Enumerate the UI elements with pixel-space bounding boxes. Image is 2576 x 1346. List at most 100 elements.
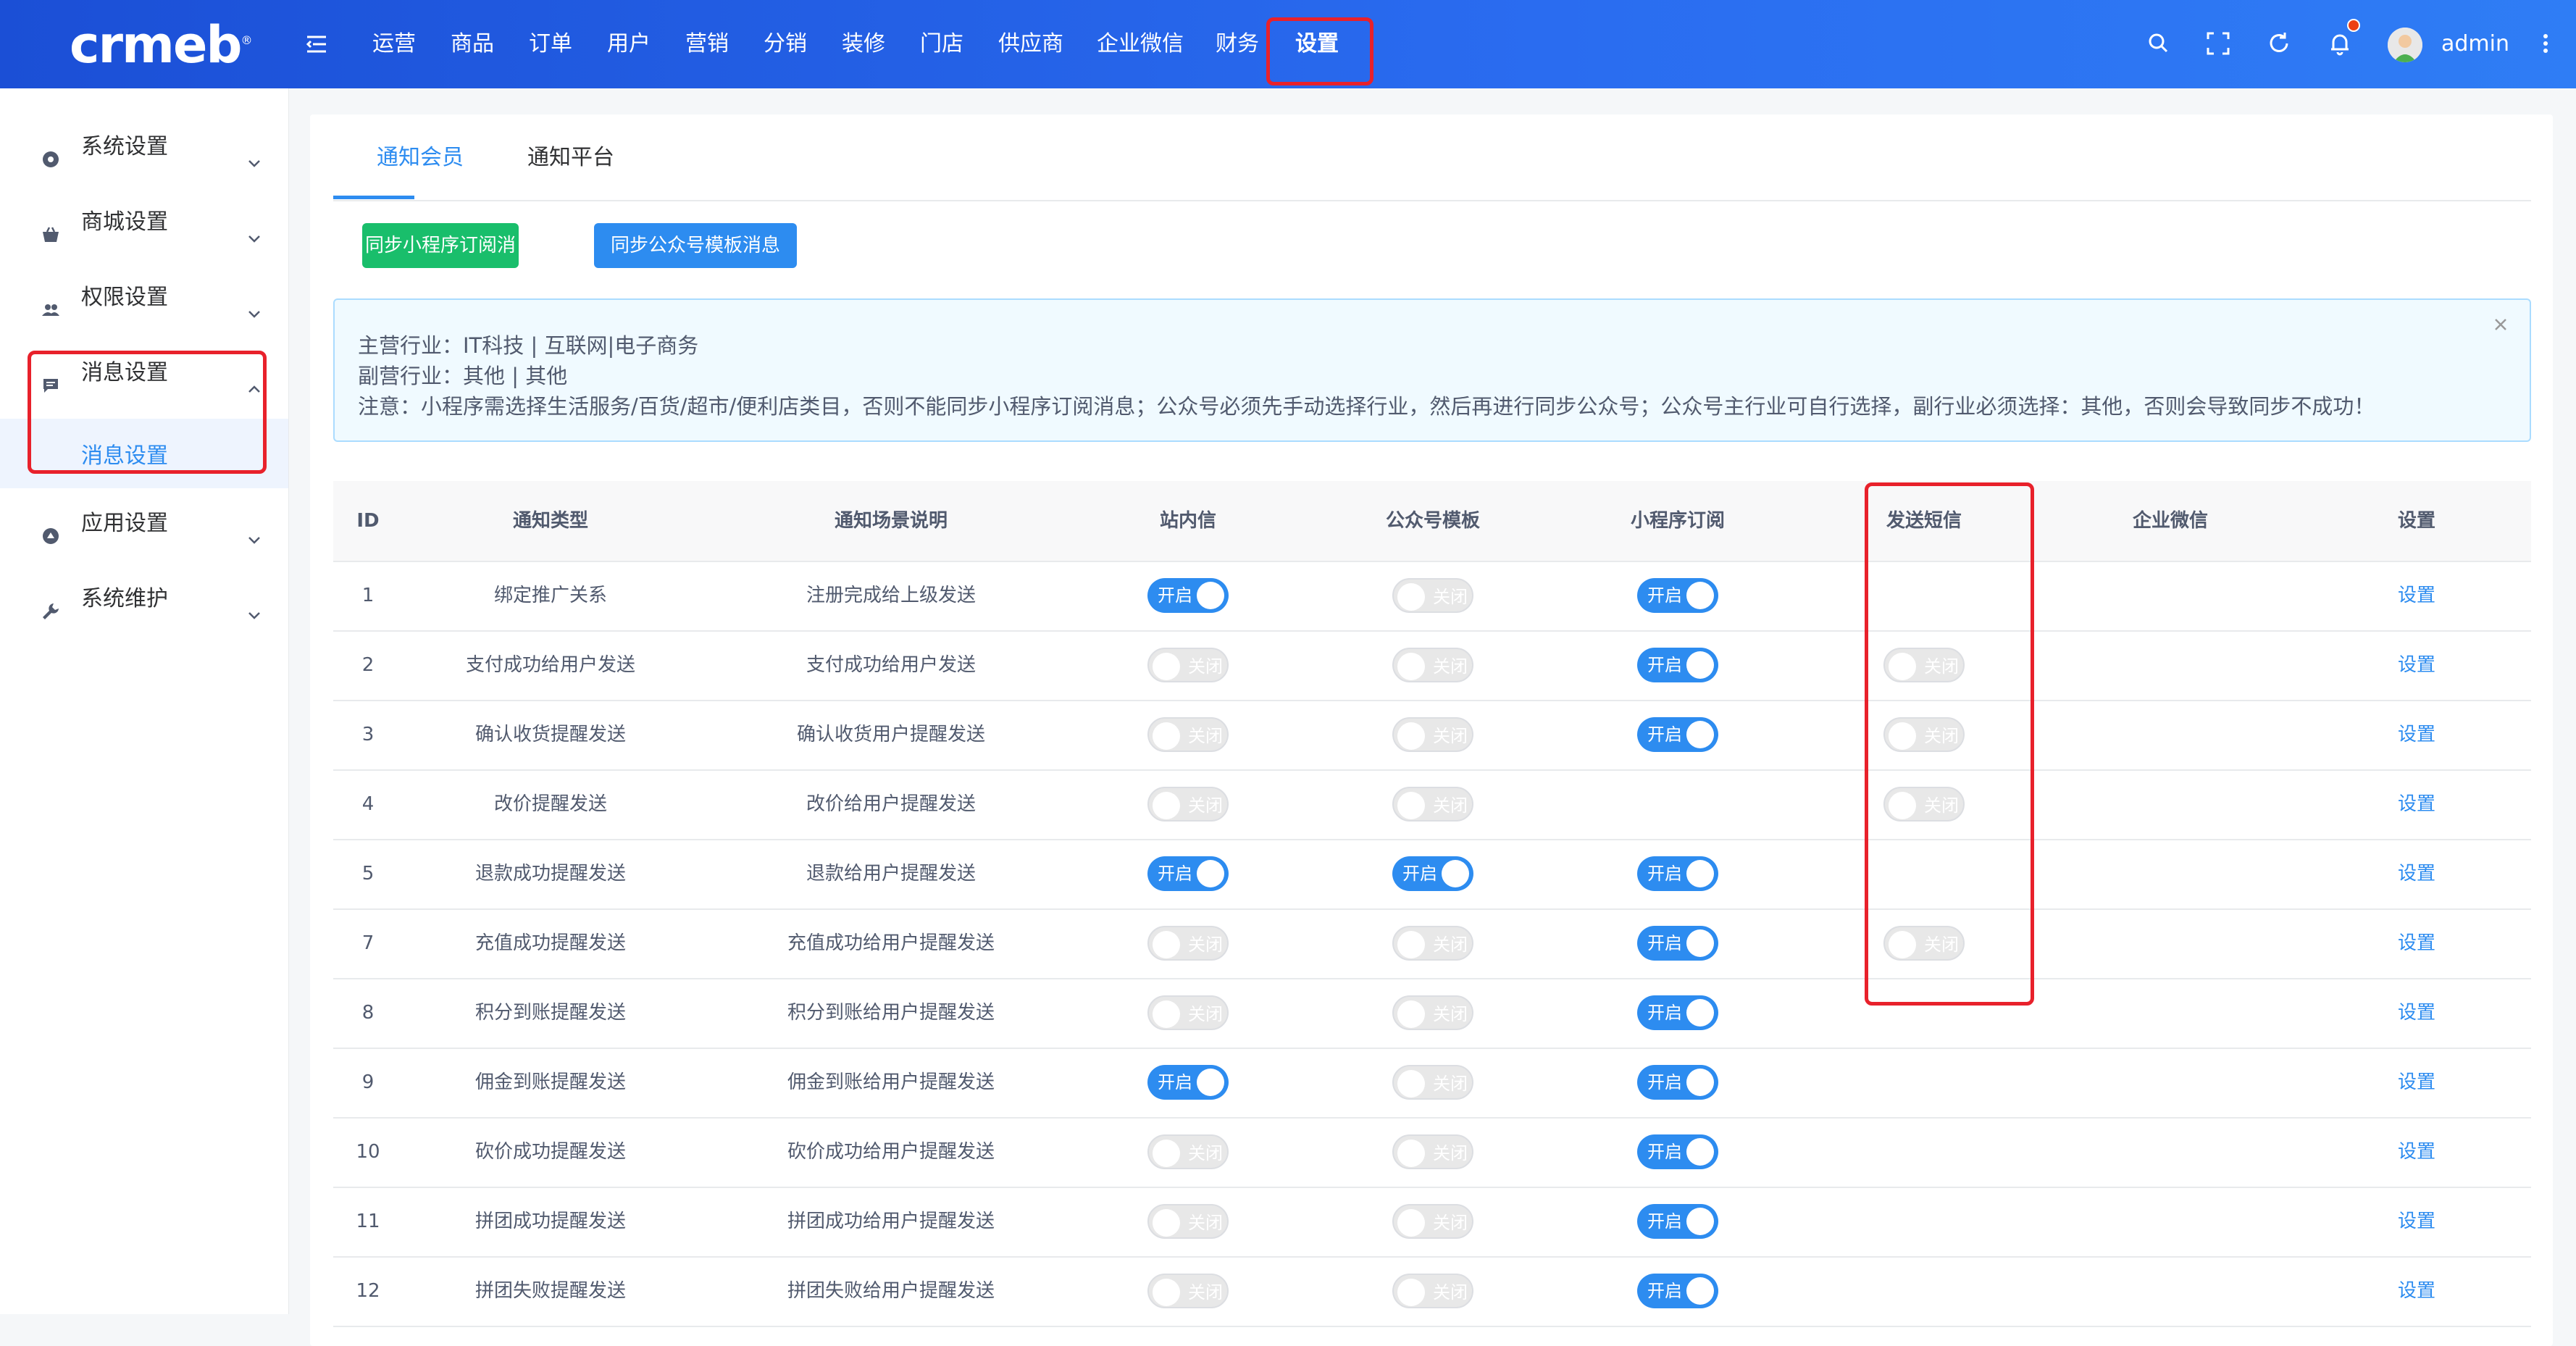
sync-miniprogram-button[interactable]: 同步小程序订阅消息 bbox=[362, 223, 519, 301]
switch-knob bbox=[1153, 1279, 1180, 1306]
nav-decoration[interactable]: 装修 bbox=[842, 26, 885, 62]
cell-desc: 佣金到账给用户提醒发送 bbox=[787, 1071, 995, 1093]
switch-official-template[interactable]: 关闭 bbox=[1392, 648, 1473, 682]
switch-official-template[interactable]: 关闭 bbox=[1392, 1065, 1473, 1100]
table-header: ID 通知类型 通知场景说明 站内信 公众号模板 小程序订阅 发送短信 企业微信… bbox=[333, 481, 2531, 562]
switch-miniprogram[interactable]: 开启 bbox=[1637, 926, 1718, 961]
more-vertical-icon[interactable] bbox=[2531, 29, 2560, 58]
tabs: 通知会员 通知平台 bbox=[333, 114, 2531, 201]
sidebar-item-system-settings[interactable]: 系统设置 bbox=[0, 122, 288, 172]
cell-id: 2 bbox=[361, 654, 375, 676]
switch-official-template[interactable]: 关闭 bbox=[1392, 787, 1473, 822]
sidebar-item-label: 系统设置 bbox=[81, 134, 168, 159]
switch-site-message[interactable]: 关闭 bbox=[1147, 995, 1229, 1030]
settings-link[interactable]: 设置 bbox=[2344, 561, 2489, 630]
brand-logo[interactable]: crmeb® bbox=[70, 16, 253, 74]
switch-official-template[interactable]: 关闭 bbox=[1392, 926, 1473, 961]
nav-distribution[interactable]: 分销 bbox=[764, 26, 807, 62]
close-icon[interactable] bbox=[2491, 314, 2511, 335]
settings-link[interactable]: 设置 bbox=[2344, 1048, 2489, 1117]
switch-site-message[interactable]: 开启 bbox=[1147, 856, 1229, 891]
switch-miniprogram[interactable]: 开启 bbox=[1637, 648, 1718, 682]
settings-link[interactable]: 设置 bbox=[2344, 700, 2489, 769]
switch-knob bbox=[1153, 792, 1180, 819]
switch-official-template[interactable]: 关闭 bbox=[1392, 1134, 1473, 1169]
sidebar-item-app-settings[interactable]: 应用设置 bbox=[0, 498, 288, 549]
switch-miniprogram[interactable]: 开启 bbox=[1637, 856, 1718, 891]
switch-official-template[interactable]: 关闭 bbox=[1392, 1274, 1473, 1308]
sidebar-item-system-maintenance[interactable]: 系统维护 bbox=[0, 574, 288, 624]
nav-users[interactable]: 用户 bbox=[607, 26, 651, 62]
switch-site-message[interactable]: 开启 bbox=[1147, 578, 1229, 613]
settings-link[interactable]: 设置 bbox=[2344, 839, 2489, 908]
switch-site-message[interactable]: 关闭 bbox=[1147, 1134, 1229, 1169]
header-settings: 设置 bbox=[2397, 510, 2435, 532]
cell-type: 积分到账提醒发送 bbox=[474, 1002, 626, 1024]
tab-notify-platform[interactable]: 通知平台 bbox=[527, 142, 614, 174]
nav-orders[interactable]: 订单 bbox=[529, 26, 572, 62]
switch-site-message[interactable]: 关闭 bbox=[1147, 648, 1229, 682]
app-icon bbox=[41, 514, 61, 544]
switch-label: 关闭 bbox=[1433, 1074, 1468, 1094]
switch-label: 开启 bbox=[1158, 1072, 1192, 1092]
tab-notify-members[interactable]: 通知会员 bbox=[377, 142, 464, 174]
switch-official-template[interactable]: 关闭 bbox=[1392, 1204, 1473, 1239]
nav-finance[interactable]: 财务 bbox=[1216, 26, 1259, 62]
table-row: 4 改价提醒发送 改价给用户提醒发送 关闭 关闭 关闭 设置 bbox=[333, 769, 2531, 840]
sidebar-item-shop-settings[interactable]: 商城设置 bbox=[0, 197, 288, 248]
table-row: 5 退款成功提醒发送 退款给用户提醒发送 开启 开启 开启 设置 bbox=[333, 839, 2531, 910]
settings-link[interactable]: 设置 bbox=[2344, 630, 2489, 700]
switch-official-template[interactable]: 关闭 bbox=[1392, 717, 1473, 752]
settings-link[interactable]: 设置 bbox=[2344, 1117, 2489, 1187]
fullscreen-icon[interactable] bbox=[2204, 29, 2233, 58]
switch-official-template[interactable]: 关闭 bbox=[1392, 995, 1473, 1030]
refresh-icon[interactable] bbox=[2265, 29, 2293, 58]
sidebar-item-permission-settings[interactable]: 权限设置 bbox=[0, 272, 288, 323]
avatar[interactable] bbox=[2388, 28, 2422, 62]
switch-label: 关闭 bbox=[1433, 1282, 1468, 1303]
cell-id: 11 bbox=[356, 1211, 380, 1232]
switch-official-template[interactable]: 开启 bbox=[1392, 856, 1473, 891]
switch-miniprogram[interactable]: 开启 bbox=[1637, 995, 1718, 1030]
switch-knob bbox=[1686, 999, 1714, 1027]
chevron-down-icon bbox=[246, 214, 262, 243]
switch-miniprogram[interactable]: 开启 bbox=[1637, 1134, 1718, 1169]
sync-official-account-button[interactable]: 同步公众号模板消息 bbox=[594, 223, 797, 268]
settings-link[interactable]: 设置 bbox=[2344, 978, 2489, 1048]
switch-knob bbox=[1686, 1208, 1714, 1235]
bell-icon[interactable] bbox=[2325, 29, 2354, 58]
switch-miniprogram[interactable]: 开启 bbox=[1637, 1204, 1718, 1239]
switch-label: 关闭 bbox=[1433, 656, 1468, 677]
nav-stores[interactable]: 门店 bbox=[920, 26, 963, 62]
search-icon[interactable] bbox=[2144, 29, 2173, 58]
settings-link[interactable]: 设置 bbox=[2344, 1187, 2489, 1256]
settings-link[interactable]: 设置 bbox=[2344, 769, 2489, 839]
menu-toggle-icon[interactable] bbox=[304, 32, 329, 57]
nav-suppliers[interactable]: 供应商 bbox=[998, 26, 1063, 62]
user-name[interactable]: admin bbox=[2441, 26, 2509, 62]
nav-wework[interactable]: 企业微信 bbox=[1097, 26, 1184, 62]
switch-knob bbox=[1686, 860, 1714, 887]
switch-site-message[interactable]: 关闭 bbox=[1147, 1204, 1229, 1239]
logo-text: crmeb bbox=[70, 15, 243, 75]
switch-miniprogram[interactable]: 开启 bbox=[1637, 578, 1718, 613]
nav-products[interactable]: 商品 bbox=[451, 26, 494, 62]
switch-site-message[interactable]: 关闭 bbox=[1147, 787, 1229, 822]
settings-link[interactable]: 设置 bbox=[2344, 1256, 2489, 1326]
switch-site-message[interactable]: 关闭 bbox=[1147, 926, 1229, 961]
cell-desc: 确认收货用户提醒发送 bbox=[796, 724, 985, 745]
switch-site-message[interactable]: 开启 bbox=[1147, 1065, 1229, 1100]
nav-marketing[interactable]: 营销 bbox=[685, 26, 729, 62]
nav-operations[interactable]: 运营 bbox=[372, 26, 416, 62]
switch-knob bbox=[1686, 651, 1714, 679]
switch-official-template[interactable]: 关闭 bbox=[1392, 578, 1473, 613]
switch-miniprogram[interactable]: 开启 bbox=[1637, 1065, 1718, 1100]
table-row: 10 砍价成功提醒发送 砍价成功给用户提醒发送 关闭 关闭 开启 设置 bbox=[333, 1117, 2531, 1188]
switch-label: 开启 bbox=[1647, 1142, 1682, 1162]
switch-site-message[interactable]: 关闭 bbox=[1147, 1274, 1229, 1308]
settings-link[interactable]: 设置 bbox=[2344, 908, 2489, 978]
switch-label: 开启 bbox=[1158, 585, 1192, 606]
switch-miniprogram[interactable]: 开启 bbox=[1637, 717, 1718, 752]
switch-miniprogram[interactable]: 开启 bbox=[1637, 1274, 1718, 1308]
switch-site-message[interactable]: 关闭 bbox=[1147, 717, 1229, 752]
